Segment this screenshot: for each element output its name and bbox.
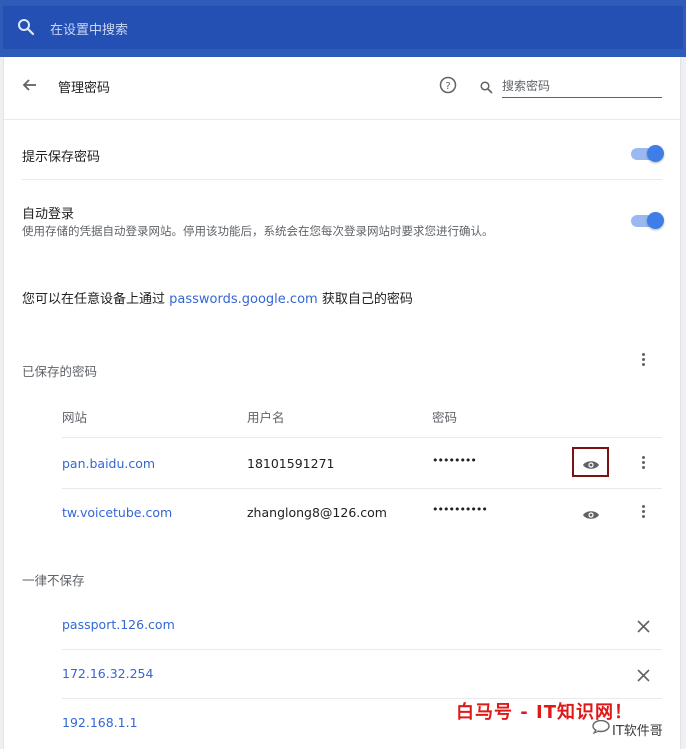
never-saved-site[interactable]: passport.126.com bbox=[62, 617, 175, 632]
column-site: 网站 bbox=[62, 410, 88, 425]
divider bbox=[62, 649, 662, 650]
divider bbox=[62, 437, 662, 438]
column-username: 用户名 bbox=[247, 410, 285, 425]
saved-password: •••••••••• bbox=[432, 503, 488, 516]
auto-signin-toggle[interactable] bbox=[631, 212, 664, 229]
passwords-google-link[interactable]: passwords.google.com bbox=[169, 292, 318, 307]
settings-search-placeholder: 在设置中搜索 bbox=[50, 23, 129, 38]
password-search-input[interactable]: 搜索密码 bbox=[502, 77, 550, 94]
offer-to-save-toggle[interactable] bbox=[631, 145, 664, 162]
close-icon[interactable] bbox=[637, 618, 650, 637]
svg-text:?: ? bbox=[445, 81, 450, 92]
saved-username: 18101591271 bbox=[247, 456, 335, 471]
arrow-back-icon[interactable] bbox=[22, 77, 38, 97]
page-title: 管理密码 bbox=[58, 81, 111, 96]
auto-signin-label: 自动登录 bbox=[22, 207, 75, 222]
saved-site-link[interactable]: tw.voicetube.com bbox=[62, 505, 172, 520]
settings-search-box[interactable]: 在设置中搜索 bbox=[3, 6, 683, 49]
never-saved-site[interactable]: 192.168.1.1 bbox=[62, 715, 138, 730]
chat-bubble-icon bbox=[592, 719, 610, 738]
auto-signin-description: 使用存储的凭据自动登录网站。停用该功能后，系统会在您每次登录网站时要求您进行确认… bbox=[22, 224, 494, 238]
saved-site-link[interactable]: pan.baidu.com bbox=[62, 456, 155, 471]
watermark-sub: IT软件哥 bbox=[612, 724, 663, 739]
saved-passwords-title: 已保存的密码 bbox=[22, 364, 98, 379]
row-more-icon[interactable] bbox=[642, 505, 646, 520]
saved-password: •••••••• bbox=[432, 454, 477, 467]
eye-icon[interactable] bbox=[582, 456, 600, 475]
divider bbox=[22, 179, 662, 180]
password-search-underline bbox=[502, 97, 662, 98]
search-icon bbox=[17, 18, 35, 40]
row-more-icon[interactable] bbox=[642, 456, 646, 471]
offer-to-save-label: 提示保存密码 bbox=[22, 150, 101, 165]
password-search-icon bbox=[480, 79, 493, 98]
close-icon[interactable] bbox=[637, 667, 650, 686]
column-password: 密码 bbox=[432, 410, 458, 425]
never-saved-title: 一律不保存 bbox=[22, 573, 85, 588]
saved-username: zhanglong8@126.com bbox=[247, 505, 387, 520]
more-vert-icon[interactable] bbox=[642, 353, 646, 368]
never-saved-site[interactable]: 172.16.32.254 bbox=[62, 666, 153, 681]
help-circle-icon[interactable]: ? bbox=[439, 76, 457, 98]
header-divider bbox=[4, 119, 680, 120]
top-bar: 在设置中搜索 bbox=[0, 0, 686, 57]
passwords-card: 管理密码 ? 搜索密码 提示保存密码 自动登录 使用存储的凭据自动登录网站。停用… bbox=[4, 57, 680, 749]
eye-icon[interactable] bbox=[582, 506, 600, 525]
divider bbox=[62, 488, 662, 489]
account-text: 您可以在任意设备上通过 passwords.google.com 获取自己的密码 bbox=[22, 292, 413, 307]
